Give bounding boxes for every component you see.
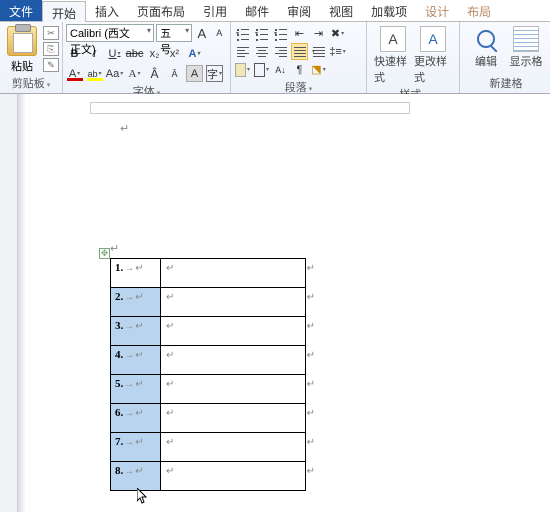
paste-icon[interactable] bbox=[7, 26, 37, 56]
group-clipboard: 粘贴 ✂ ⎘ ✎ 剪贴板 bbox=[0, 22, 63, 93]
underline-button[interactable]: U bbox=[106, 45, 123, 62]
sort-button[interactable]: A↓ bbox=[272, 61, 289, 78]
tab-references[interactable]: 引用 bbox=[194, 0, 236, 21]
table-row[interactable]: 4.→↵ ↵↵ bbox=[111, 346, 306, 375]
tab-table-layout[interactable]: 布局 bbox=[458, 0, 500, 21]
table-cell[interactable]: ↵↵ bbox=[161, 259, 306, 288]
tab-table-design[interactable]: 设计 bbox=[416, 0, 458, 21]
align-justify-button[interactable] bbox=[291, 43, 308, 60]
quick-styles-icon: A bbox=[380, 26, 406, 52]
borders-button[interactable] bbox=[253, 61, 270, 78]
horizontal-ruler[interactable] bbox=[90, 102, 410, 114]
table-cell[interactable]: ↵↵ bbox=[161, 375, 306, 404]
grid-icon bbox=[513, 26, 539, 52]
group-editing: 编辑 显示格 新建格 bbox=[460, 22, 550, 93]
table-row[interactable]: 6.→↵ ↵↵ bbox=[111, 404, 306, 433]
find-button[interactable]: 编辑 bbox=[467, 26, 505, 69]
grow-font2-button[interactable]: Â bbox=[146, 65, 163, 82]
group-font: Calibri (西文正文) 五号 A A B I U abc x₂ x² A … bbox=[63, 22, 231, 93]
table-row[interactable]: 5.→↵ ↵↵ bbox=[111, 375, 306, 404]
table-cell[interactable]: 7.→↵ bbox=[111, 433, 161, 462]
group-styles: A 快速样式 A 更改样式 样式 bbox=[367, 22, 460, 93]
table-cell[interactable]: ↵↵ bbox=[161, 462, 306, 491]
table-row[interactable]: 1.→↵ ↵↵ bbox=[111, 259, 306, 288]
find-icon bbox=[477, 30, 495, 48]
font-family-select[interactable]: Calibri (西文正文) bbox=[66, 24, 154, 42]
group-label-clipboard: 剪贴板 bbox=[3, 74, 59, 93]
table-row[interactable]: 3.→↵ ↵↵ bbox=[111, 317, 306, 346]
distribute-button[interactable] bbox=[310, 43, 327, 60]
font-color-button[interactable]: A bbox=[66, 65, 83, 82]
table-row[interactable]: 8.→↵ ↵↵ bbox=[111, 462, 306, 491]
table-cell[interactable]: 3.→↵ bbox=[111, 317, 161, 346]
shrink-font2-button[interactable]: Ǎ bbox=[166, 65, 183, 82]
tab-insert[interactable]: 插入 bbox=[86, 0, 128, 21]
table-cell[interactable]: ↵↵ bbox=[161, 433, 306, 462]
table-cell[interactable]: 6.→↵ bbox=[111, 404, 161, 433]
align-left-button[interactable] bbox=[234, 43, 251, 60]
tab-mailings[interactable]: 邮件 bbox=[236, 0, 278, 21]
group-paragraph: ⇤ ⇥ ✖ ‡≡ A↓ ¶ ⬔ 段落 bbox=[231, 22, 367, 93]
copy-icon[interactable]: ⎘ bbox=[43, 42, 59, 56]
ribbon: 粘贴 ✂ ⎘ ✎ 剪贴板 Calibri (西文正文) 五号 A A B I U… bbox=[0, 22, 550, 94]
tab-file[interactable]: 文件 bbox=[0, 0, 42, 21]
table-cell[interactable]: 2.→↵ bbox=[111, 288, 161, 317]
show-grid-button[interactable]: 显示格 bbox=[507, 26, 545, 69]
align-right-button[interactable] bbox=[272, 43, 289, 60]
group-label-editing: 新建格 bbox=[463, 74, 549, 93]
paragraph-mark: ↵ bbox=[120, 122, 129, 135]
change-styles-icon: A bbox=[420, 26, 446, 52]
cut-icon[interactable]: ✂ bbox=[43, 26, 59, 40]
increase-indent-button[interactable]: ⇥ bbox=[310, 25, 327, 42]
paste-label[interactable]: 粘贴 bbox=[11, 58, 33, 74]
tab-home[interactable]: 开始 bbox=[42, 1, 86, 22]
highlight-button[interactable]: ab bbox=[86, 65, 103, 82]
table-cell[interactable]: ↵↵ bbox=[161, 317, 306, 346]
paragraph-mark: ↵ bbox=[110, 242, 119, 255]
change-styles-button[interactable]: A 更改样式 bbox=[414, 26, 452, 85]
bullets-button[interactable] bbox=[234, 25, 251, 42]
font-size-select[interactable]: 五号 bbox=[156, 24, 192, 42]
shrink-font-button[interactable]: A bbox=[212, 25, 227, 42]
vertical-ruler[interactable] bbox=[0, 94, 18, 512]
tab-view[interactable]: 视图 bbox=[320, 0, 362, 21]
table-cell[interactable]: 8.→↵ bbox=[111, 462, 161, 491]
change-case-button[interactable]: Aa bbox=[106, 65, 123, 82]
page-edge bbox=[18, 94, 26, 512]
grow-font-button[interactable]: A bbox=[194, 25, 209, 42]
quick-styles-button[interactable]: A 快速样式 bbox=[374, 26, 412, 85]
tab-page-layout[interactable]: 页面布局 bbox=[128, 0, 194, 21]
numbering-button[interactable] bbox=[253, 25, 270, 42]
align-center-button[interactable] bbox=[253, 43, 270, 60]
table-move-handle[interactable]: ✥ bbox=[99, 248, 110, 259]
ribbon-tabs: 文件 开始 插入 页面布局 引用 邮件 审阅 视图 加载项 设计 布局 bbox=[0, 0, 550, 22]
document-area[interactable]: ↵ ↵ ✥ 1.→↵ ↵↵ 2.→↵ ↵↵ 3.→↵ ↵↵ 4.→↵ ↵↵ 5.… bbox=[0, 94, 550, 512]
format-painter-icon[interactable]: ✎ bbox=[43, 58, 59, 72]
table-row[interactable]: 7.→↵ ↵↵ bbox=[111, 433, 306, 462]
char-border-button[interactable]: 字 bbox=[206, 65, 223, 82]
decrease-indent-button[interactable]: ⇤ bbox=[291, 25, 308, 42]
document-table[interactable]: 1.→↵ ↵↵ 2.→↵ ↵↵ 3.→↵ ↵↵ 4.→↵ ↵↵ 5.→↵ ↵↵ … bbox=[110, 258, 306, 491]
table-row[interactable]: 2.→↵ ↵↵ bbox=[111, 288, 306, 317]
table-cell[interactable]: ↵↵ bbox=[161, 404, 306, 433]
tab-addins[interactable]: 加载项 bbox=[362, 0, 416, 21]
line-spacing-button[interactable]: ‡≡ bbox=[329, 43, 346, 60]
table-cell[interactable]: 1.→↵ bbox=[111, 259, 161, 288]
show-marks-button[interactable]: ¶ bbox=[291, 61, 308, 78]
char-shading-button[interactable]: A bbox=[186, 65, 203, 82]
snap-button[interactable]: ⬔ bbox=[310, 61, 327, 78]
char-scale-button[interactable]: A bbox=[126, 65, 143, 82]
tab-review[interactable]: 审阅 bbox=[278, 0, 320, 21]
shading-button[interactable] bbox=[234, 61, 251, 78]
table-cell[interactable]: 4.→↵ bbox=[111, 346, 161, 375]
table-cell[interactable]: ↵↵ bbox=[161, 346, 306, 375]
table-cell[interactable]: ↵↵ bbox=[161, 288, 306, 317]
strike-button[interactable]: abc bbox=[126, 45, 143, 62]
multilevel-button[interactable] bbox=[272, 25, 289, 42]
text-direction-button[interactable]: ✖ bbox=[329, 25, 346, 42]
table-cell[interactable]: 5.→↵ bbox=[111, 375, 161, 404]
text-effects-button[interactable]: A bbox=[186, 45, 203, 62]
